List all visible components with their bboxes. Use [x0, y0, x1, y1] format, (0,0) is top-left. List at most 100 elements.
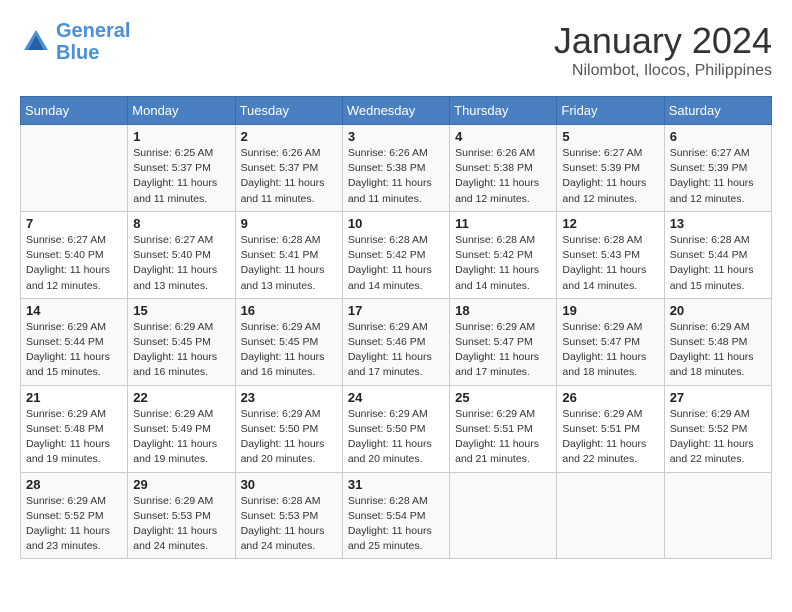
calendar-week-row: 28Sunrise: 6:29 AMSunset: 5:52 PMDayligh… — [21, 472, 772, 559]
day-info: Sunrise: 6:29 AMSunset: 5:51 PMDaylight:… — [562, 407, 658, 468]
day-info: Sunrise: 6:28 AMSunset: 5:43 PMDaylight:… — [562, 233, 658, 294]
calendar-cell: 27Sunrise: 6:29 AMSunset: 5:52 PMDayligh… — [664, 385, 771, 472]
calendar-cell: 23Sunrise: 6:29 AMSunset: 5:50 PMDayligh… — [235, 385, 342, 472]
calendar-cell: 16 Sunrise: 6:29 AMSunset: 5:45 PMDayligh… — [235, 298, 342, 385]
calendar-cell: 26 Sunrise: 6:29 AMSunset: 5:51 PMDayligh… — [557, 385, 664, 472]
day-number: 1 — [133, 129, 229, 144]
day-number: 21 — [26, 390, 122, 405]
day-info: Sunrise: 6:27 AMSunset: 5:40 PMDaylight:… — [26, 233, 122, 294]
day-number: 14 — [26, 303, 122, 318]
day-info: Sunrise: 6:28 AMSunset: 5:54 PMDaylight:… — [348, 494, 444, 555]
day-number: 29 — [133, 477, 229, 492]
calendar-cell: 12 Sunrise: 6:28 AMSunset: 5:43 PMDayligh… — [557, 211, 664, 298]
day-info: Sunrise: 6:27 AMSunset: 5:39 PMDaylight:… — [670, 146, 766, 207]
title-block: January 2024 Nilombot, Ilocos, Philippin… — [554, 20, 772, 80]
day-number: 2 — [241, 129, 337, 144]
day-info: Sunrise: 6:28 AMSunset: 5:44 PMDaylight:… — [670, 233, 766, 294]
day-number: 26 — [562, 390, 658, 405]
day-number: 18 — [455, 303, 551, 318]
day-number: 25 — [455, 390, 551, 405]
calendar-cell: 5 Sunrise: 6:27 AMSunset: 5:39 PMDaylight… — [557, 125, 664, 212]
calendar-cell: 7Sunrise: 6:27 AMSunset: 5:40 PMDaylight… — [21, 211, 128, 298]
column-header-saturday: Saturday — [664, 97, 771, 125]
calendar-cell: 8 Sunrise: 6:27 AMSunset: 5:40 PMDaylight… — [128, 211, 235, 298]
column-header-monday: Monday — [128, 97, 235, 125]
day-number: 13 — [670, 216, 766, 231]
calendar-cell — [21, 125, 128, 212]
calendar-cell: 22 Sunrise: 6:29 AMSunset: 5:49 PMDayligh… — [128, 385, 235, 472]
day-info: Sunrise: 6:29 AMSunset: 5:44 PMDaylight:… — [26, 320, 122, 381]
day-info: Sunrise: 6:27 AMSunset: 5:39 PMDaylight:… — [562, 146, 658, 207]
calendar-cell: 20Sunrise: 6:29 AMSunset: 5:48 PMDayligh… — [664, 298, 771, 385]
calendar-cell: 1 Sunrise: 6:25 AMSunset: 5:37 PMDaylight… — [128, 125, 235, 212]
day-number: 30 — [241, 477, 337, 492]
month-title: January 2024 — [554, 20, 772, 62]
column-header-wednesday: Wednesday — [342, 97, 449, 125]
calendar-cell — [450, 472, 557, 559]
calendar-cell: 18Sunrise: 6:29 AMSunset: 5:47 PMDayligh… — [450, 298, 557, 385]
day-number: 19 — [562, 303, 658, 318]
calendar-cell: 4Sunrise: 6:26 AMSunset: 5:38 PMDaylight… — [450, 125, 557, 212]
day-info: Sunrise: 6:27 AMSunset: 5:40 PMDaylight:… — [133, 233, 229, 294]
calendar-cell: 17 Sunrise: 6:29 AMSunset: 5:46 PMDayligh… — [342, 298, 449, 385]
day-info: Sunrise: 6:29 AMSunset: 5:45 PMDaylight:… — [133, 320, 229, 381]
day-number: 11 — [455, 216, 551, 231]
calendar-cell: 9 Sunrise: 6:28 AMSunset: 5:41 PMDaylight… — [235, 211, 342, 298]
day-number: 17 — [348, 303, 444, 318]
day-number: 15 — [133, 303, 229, 318]
calendar-cell: 31Sunrise: 6:28 AMSunset: 5:54 PMDayligh… — [342, 472, 449, 559]
day-number: 6 — [670, 129, 766, 144]
day-info: Sunrise: 6:26 AMSunset: 5:38 PMDaylight:… — [348, 146, 444, 207]
column-header-sunday: Sunday — [21, 97, 128, 125]
calendar-week-row: 1 Sunrise: 6:25 AMSunset: 5:37 PMDaylight… — [21, 125, 772, 212]
day-info: Sunrise: 6:28 AMSunset: 5:42 PMDaylight:… — [348, 233, 444, 294]
calendar-cell — [664, 472, 771, 559]
day-info: Sunrise: 6:29 AMSunset: 5:50 PMDaylight:… — [348, 407, 444, 468]
calendar-cell: 14 Sunrise: 6:29 AMSunset: 5:44 PMDayligh… — [21, 298, 128, 385]
calendar-cell: 21 Sunrise: 6:29 AMSunset: 5:48 PMDayligh… — [21, 385, 128, 472]
location: Nilombot, Ilocos, Philippines — [554, 62, 772, 80]
day-info: Sunrise: 6:29 AMSunset: 5:45 PMDaylight:… — [241, 320, 337, 381]
column-header-friday: Friday — [557, 97, 664, 125]
calendar-cell: 19Sunrise: 6:29 AMSunset: 5:47 PMDayligh… — [557, 298, 664, 385]
logo: General Blue — [20, 20, 130, 64]
day-number: 24 — [348, 390, 444, 405]
day-info: Sunrise: 6:29 AMSunset: 5:48 PMDaylight:… — [670, 320, 766, 381]
day-info: Sunrise: 6:29 AMSunset: 5:49 PMDaylight:… — [133, 407, 229, 468]
calendar-week-row: 14 Sunrise: 6:29 AMSunset: 5:44 PMDayligh… — [21, 298, 772, 385]
day-info: Sunrise: 6:25 AMSunset: 5:37 PMDaylight:… — [133, 146, 229, 207]
day-number: 23 — [241, 390, 337, 405]
day-info: Sunrise: 6:29 AMSunset: 5:48 PMDaylight:… — [26, 407, 122, 468]
day-number: 28 — [26, 477, 122, 492]
column-header-tuesday: Tuesday — [235, 97, 342, 125]
calendar-cell: 28Sunrise: 6:29 AMSunset: 5:52 PMDayligh… — [21, 472, 128, 559]
day-number: 12 — [562, 216, 658, 231]
calendar-cell: 2Sunrise: 6:26 AMSunset: 5:37 PMDaylight… — [235, 125, 342, 212]
calendar-cell: 30 Sunrise: 6:28 AMSunset: 5:53 PMDayligh… — [235, 472, 342, 559]
calendar-cell: 6 Sunrise: 6:27 AMSunset: 5:39 PMDaylight… — [664, 125, 771, 212]
day-number: 22 — [133, 390, 229, 405]
calendar-cell: 13 Sunrise: 6:28 AMSunset: 5:44 PMDayligh… — [664, 211, 771, 298]
day-number: 8 — [133, 216, 229, 231]
day-info: Sunrise: 6:29 AMSunset: 5:51 PMDaylight:… — [455, 407, 551, 468]
day-number: 3 — [348, 129, 444, 144]
logo-icon — [20, 26, 52, 58]
day-number: 5 — [562, 129, 658, 144]
calendar-header-row: SundayMondayTuesdayWednesdayThursdayFrid… — [21, 97, 772, 125]
calendar-cell: 25 Sunrise: 6:29 AMSunset: 5:51 PMDayligh… — [450, 385, 557, 472]
day-number: 9 — [241, 216, 337, 231]
day-info: Sunrise: 6:26 AMSunset: 5:38 PMDaylight:… — [455, 146, 551, 207]
calendar-week-row: 7Sunrise: 6:27 AMSunset: 5:40 PMDaylight… — [21, 211, 772, 298]
day-info: Sunrise: 6:28 AMSunset: 5:41 PMDaylight:… — [241, 233, 337, 294]
day-number: 10 — [348, 216, 444, 231]
day-info: Sunrise: 6:28 AMSunset: 5:53 PMDaylight:… — [241, 494, 337, 555]
day-info: Sunrise: 6:28 AMSunset: 5:42 PMDaylight:… — [455, 233, 551, 294]
calendar-cell: 3 Sunrise: 6:26 AMSunset: 5:38 PMDaylight… — [342, 125, 449, 212]
calendar-table: SundayMondayTuesdayWednesdayThursdayFrid… — [20, 96, 772, 559]
day-number: 16 — [241, 303, 337, 318]
day-info: Sunrise: 6:29 AMSunset: 5:46 PMDaylight:… — [348, 320, 444, 381]
calendar-cell: 11 Sunrise: 6:28 AMSunset: 5:42 PMDayligh… — [450, 211, 557, 298]
day-number: 27 — [670, 390, 766, 405]
column-header-thursday: Thursday — [450, 97, 557, 125]
calendar-cell: 24 Sunrise: 6:29 AMSunset: 5:50 PMDayligh… — [342, 385, 449, 472]
